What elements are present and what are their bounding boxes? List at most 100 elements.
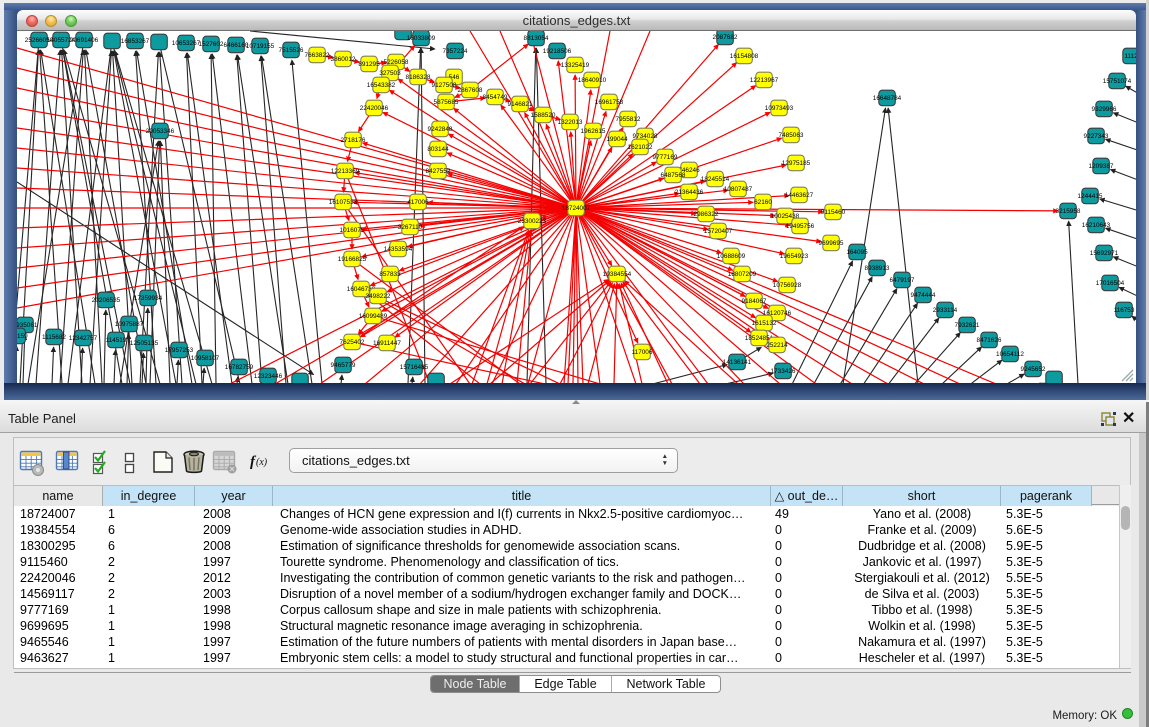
svg-text:12213369: 12213369 xyxy=(331,168,360,175)
svg-text:20691406: 20691406 xyxy=(70,37,99,44)
svg-text:18640910: 18640910 xyxy=(578,77,607,84)
svg-text:1115682: 1115682 xyxy=(42,334,66,341)
svg-text:19218506: 19218506 xyxy=(543,48,572,55)
svg-text:13325419: 13325419 xyxy=(561,62,590,69)
svg-text:12323446: 12323446 xyxy=(254,373,283,380)
svg-text:15692971: 15692971 xyxy=(1090,250,1119,257)
svg-text:9465779: 9465779 xyxy=(331,362,356,369)
svg-text:164095: 164095 xyxy=(846,249,868,256)
svg-text:14463627: 14463627 xyxy=(785,192,814,199)
svg-text:891295: 891295 xyxy=(358,61,380,68)
svg-text:7955812: 7955812 xyxy=(616,116,641,123)
svg-text:8427552: 8427552 xyxy=(426,168,451,175)
svg-text:1527602: 1527602 xyxy=(199,41,224,48)
svg-text:18807209: 18807209 xyxy=(728,271,757,278)
svg-text:1112: 1112 xyxy=(1124,53,1136,60)
svg-text:1016075: 1016075 xyxy=(340,227,365,234)
svg-text:1244415: 1244415 xyxy=(1078,193,1103,200)
svg-text:199044: 199044 xyxy=(606,136,628,143)
svg-text:10807487: 10807487 xyxy=(724,186,753,193)
svg-text:10975887: 10975887 xyxy=(115,321,144,328)
svg-text:8454749: 8454749 xyxy=(483,94,508,101)
svg-text:10654112: 10654112 xyxy=(996,351,1024,358)
svg-text:8938913: 8938913 xyxy=(865,265,890,272)
svg-text:7485063: 7485063 xyxy=(779,132,804,139)
svg-text:12213967: 12213967 xyxy=(750,77,779,84)
svg-text:16210643: 16210643 xyxy=(1082,222,1111,229)
svg-text:5875685: 5875685 xyxy=(434,99,459,106)
svg-text:3860012: 3860012 xyxy=(331,56,356,63)
svg-text:18245514: 18245514 xyxy=(701,176,730,183)
svg-text:12975185: 12975185 xyxy=(782,160,811,167)
svg-text:14353594: 14353594 xyxy=(384,246,413,253)
svg-text:17957253: 17957253 xyxy=(165,347,194,354)
svg-text:10973493: 10973493 xyxy=(765,105,794,112)
svg-text:252214: 252214 xyxy=(766,342,788,349)
svg-text:62160: 62160 xyxy=(754,199,772,206)
svg-text:10688609: 10688609 xyxy=(717,253,746,260)
svg-text:15716485: 15716485 xyxy=(400,364,429,371)
svg-text:9777169: 9777169 xyxy=(653,154,678,161)
svg-text:7357224: 7357224 xyxy=(443,48,468,55)
svg-text:9245652: 9245652 xyxy=(1021,366,1046,373)
svg-text:2087682: 2087682 xyxy=(713,34,738,41)
svg-text:16543382: 16543382 xyxy=(367,82,396,89)
svg-text:9184067: 9184067 xyxy=(742,298,767,305)
svg-text:114519: 114519 xyxy=(106,337,127,344)
svg-text:2933114: 2933114 xyxy=(933,307,958,314)
svg-text:9227343: 9227343 xyxy=(1084,133,1109,140)
svg-text:15720407: 15720407 xyxy=(704,228,733,235)
svg-text:3267110: 3267110 xyxy=(398,224,423,231)
svg-text:10719155: 10719155 xyxy=(246,43,275,50)
svg-text:417006: 417006 xyxy=(407,199,429,206)
svg-text:18724007: 18724007 xyxy=(562,205,591,212)
svg-text:7663822: 7663822 xyxy=(305,52,330,59)
svg-text:3498222: 3498222 xyxy=(366,293,391,300)
svg-text:1615132: 1615132 xyxy=(752,320,777,327)
svg-text:16099489: 16099489 xyxy=(359,313,388,320)
svg-text:1588520: 1588520 xyxy=(531,112,556,119)
svg-text:6487568: 6487568 xyxy=(661,172,686,179)
svg-text:9242848: 9242848 xyxy=(428,126,453,133)
svg-text:19654923: 19654923 xyxy=(780,253,809,260)
svg-text:8471626: 8471626 xyxy=(977,337,1002,344)
svg-text:22420046: 22420046 xyxy=(360,105,389,112)
svg-text:10653267: 10653267 xyxy=(172,40,201,47)
svg-text:9329966: 9329966 xyxy=(1092,106,1117,113)
svg-text:19166825: 19166825 xyxy=(338,256,367,263)
svg-text:21364436: 21364436 xyxy=(675,189,704,196)
svg-text:327503: 327503 xyxy=(379,70,401,77)
svg-text:16648784: 16648784 xyxy=(873,95,902,102)
svg-text:9115460: 9115460 xyxy=(821,209,846,216)
svg-text:23300223: 23300223 xyxy=(518,218,547,225)
svg-text:6479197: 6479197 xyxy=(890,277,915,284)
svg-text:19384554: 19384554 xyxy=(603,271,632,278)
svg-text:20206535: 20206535 xyxy=(92,297,121,304)
svg-text:9474444: 9474444 xyxy=(911,292,936,299)
svg-text:10756928: 10756928 xyxy=(773,282,802,289)
svg-text:1733426: 1733426 xyxy=(771,368,796,375)
svg-text:16107533: 16107533 xyxy=(329,199,358,206)
svg-text:9127508: 9127508 xyxy=(432,82,457,89)
svg-text:8186328: 8186328 xyxy=(406,74,431,81)
svg-text:15751074: 15751074 xyxy=(1103,78,1132,85)
svg-text:9146821: 9146821 xyxy=(508,101,533,108)
svg-text:2718176: 2718176 xyxy=(341,137,366,144)
svg-text:10958107: 10958107 xyxy=(191,355,220,362)
svg-text:2986322: 2986322 xyxy=(694,211,719,218)
svg-text:2867608: 2867608 xyxy=(458,87,483,94)
svg-text:8813054: 8813054 xyxy=(524,35,549,42)
svg-text:14136141: 14136141 xyxy=(723,359,752,366)
svg-text:7932621: 7932621 xyxy=(955,322,980,329)
svg-text:1962615: 1962615 xyxy=(581,128,606,135)
svg-text:20053346: 20053346 xyxy=(146,128,175,135)
svg-text:16033809: 16033809 xyxy=(407,35,436,42)
svg-text:7625402: 7625402 xyxy=(340,339,365,346)
svg-text:16154808: 16154808 xyxy=(730,53,759,60)
svg-text:16853267: 16853267 xyxy=(121,38,150,45)
svg-text:16961758: 16961758 xyxy=(595,99,624,106)
svg-text:16782759: 16782759 xyxy=(225,364,254,371)
svg-text:12505135: 12505135 xyxy=(130,340,159,347)
svg-text:17016504: 17016504 xyxy=(1096,280,1125,287)
svg-text:(x): (x) xyxy=(256,457,268,468)
